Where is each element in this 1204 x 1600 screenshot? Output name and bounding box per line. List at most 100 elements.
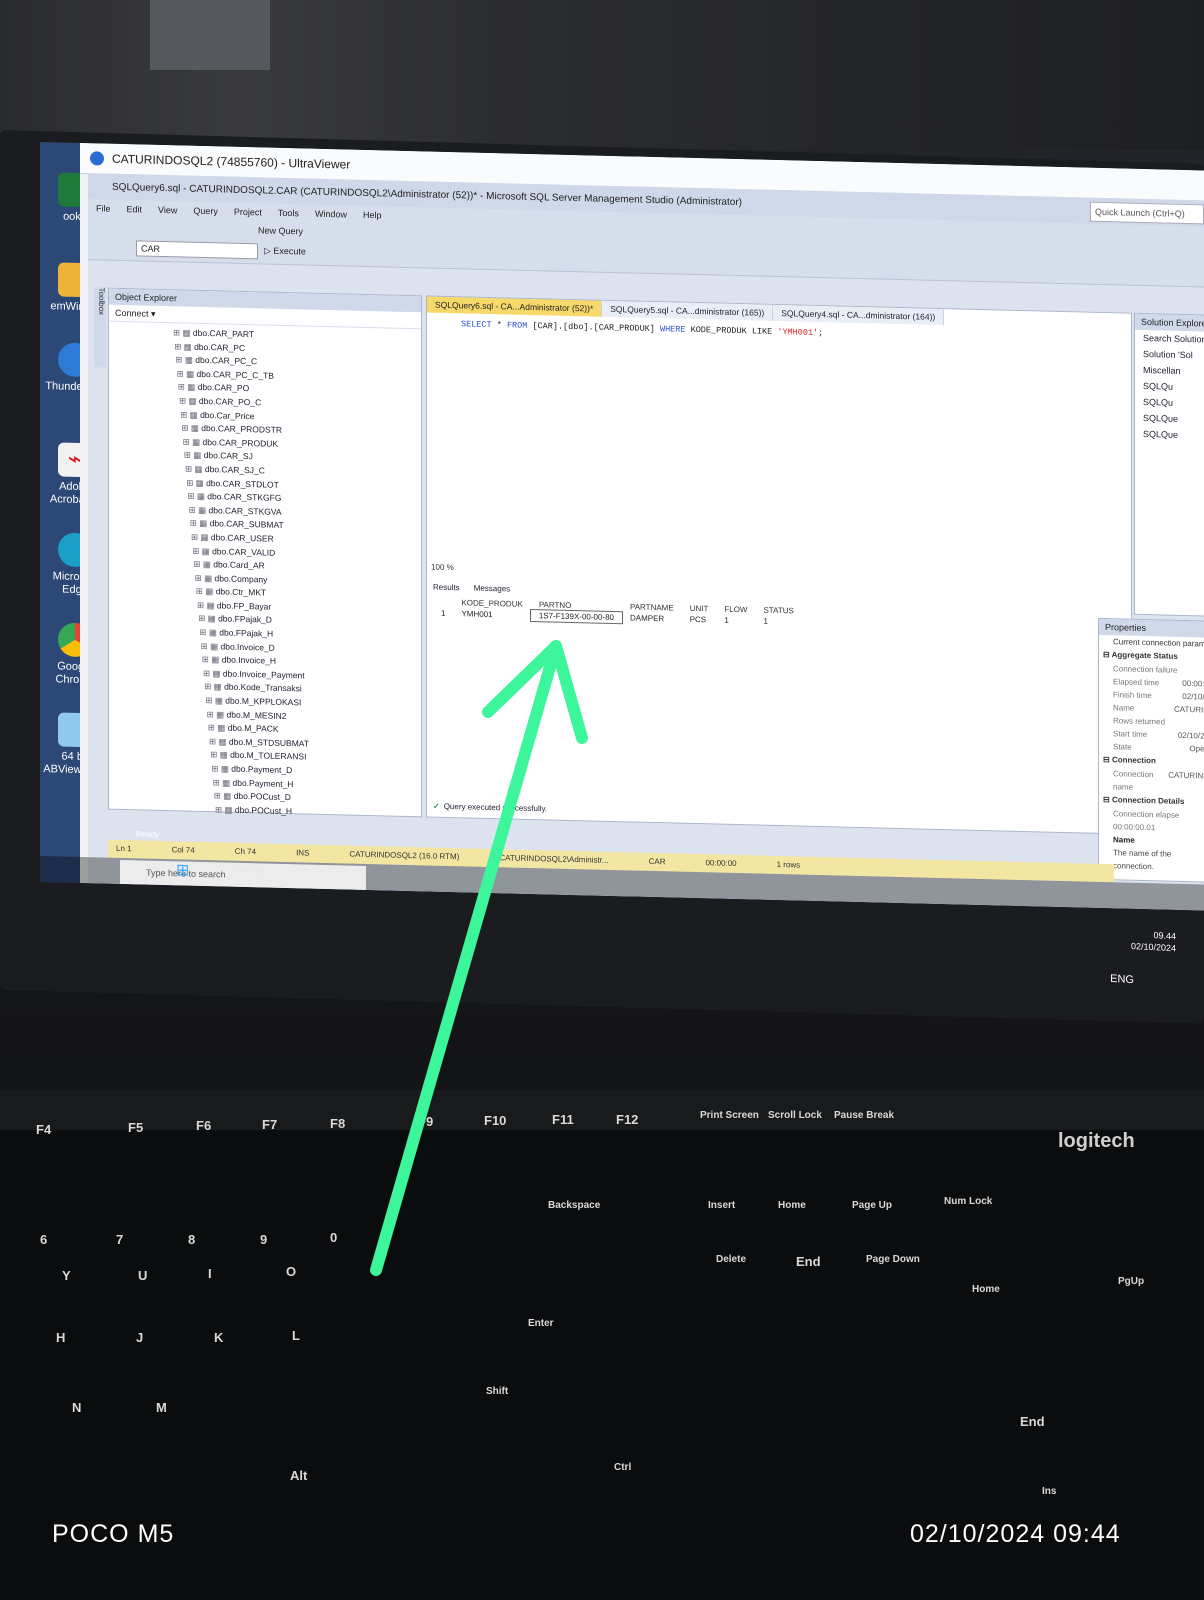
zoom-level[interactable]: 100 % — [431, 563, 454, 573]
new-query-button[interactable]: New Query — [258, 225, 303, 236]
key-k: K — [214, 1330, 224, 1345]
cell-kode-produk[interactable]: YMH001 — [453, 608, 530, 621]
aggregate-rows: Connection failure Elapsed time 00:00:0 Fin… — [1099, 662, 1204, 756]
solution-item[interactable]: SQLQue — [1135, 426, 1204, 444]
cell-partno[interactable]: 1S7-F139X-00-00-80 — [529, 608, 623, 625]
kw-select: SELECT — [461, 319, 492, 331]
key-ctrl: Ctrl — [614, 1462, 632, 1473]
quick-launch-input[interactable]: Quick Launch (Ctrl+Q) — [1090, 201, 1204, 225]
col-unit[interactable]: UNIT — [682, 603, 717, 615]
key-f8: F8 — [330, 1116, 346, 1131]
object-tree: dbo.CAR_PARTdbo.CAR_PCdbo.CAR_PC_Cdbo.CA… — [173, 326, 309, 819]
section-aggregate-label: Aggregate Status — [1111, 650, 1178, 661]
section-connection-label: Connection — [1111, 755, 1156, 766]
windows-start-icon[interactable]: ⊞ — [176, 860, 189, 881]
clock-date: 02/10/2024 — [1130, 940, 1176, 954]
screen: ook1 emWinP... Thunderbird ⌁ Adobe Acroba… — [40, 142, 1204, 911]
sql-table: [CAR].[dbo].[CAR_PRODUK] — [532, 321, 655, 335]
key-i: I — [208, 1266, 212, 1281]
key-home: Home — [972, 1284, 1000, 1295]
prop-value: CATURIND — [1168, 770, 1204, 781]
key-8: 8 — [188, 1232, 196, 1247]
ultraviewer-window: CATURINDOSQL2 (74855760) - UltraViewer S… — [80, 142, 1204, 911]
keyboard-top-edge — [0, 1090, 1204, 1130]
menu-help[interactable]: Help — [363, 210, 382, 220]
key-end: End — [796, 1254, 821, 1269]
keyboard-brand: logitech — [1058, 1130, 1135, 1152]
menu-tools[interactable]: Tools — [278, 208, 299, 219]
status-ready: Ready — [136, 829, 160, 839]
key-end: End — [1020, 1414, 1045, 1429]
tab-sqlquery5[interactable]: SQLQuery5.sql - CA...dministrator (165)) — [602, 300, 774, 321]
prop-key: Connection name — [1113, 769, 1154, 792]
tab-messages[interactable]: Messages — [474, 584, 510, 594]
prop-key: Finish time — [1113, 690, 1152, 701]
taskbar-clock[interactable]: 09.44 02/10/2024 — [1131, 928, 1176, 954]
kw-where: WHERE — [659, 324, 686, 335]
status-db: CAR — [648, 856, 666, 867]
cell-status[interactable]: 1 — [755, 615, 801, 627]
key-delete: Delete — [716, 1254, 747, 1265]
prop-key: Elapsed time — [1113, 677, 1160, 688]
solution-explorer: Solution Explorer Search Solution E Solu… — [1134, 312, 1204, 617]
key-o: O — [286, 1264, 297, 1279]
key-backspace: Backspace — [548, 1200, 601, 1211]
key-print-screen: Print Screen — [700, 1110, 759, 1121]
key-f10: F10 — [484, 1113, 507, 1128]
tab-results[interactable]: Results — [433, 583, 460, 593]
local-search[interactable]: ⌕ Search — [220, 862, 268, 880]
menu-project[interactable]: Project — [234, 207, 262, 218]
tab-sqlquery6[interactable]: SQLQuery6.sql - CA...Administrator (52))… — [427, 296, 603, 317]
prop-key: State — [1113, 742, 1132, 752]
photo-timestamp: 02/10/2024 09:44 — [910, 1520, 1121, 1548]
menu-edit[interactable]: Edit — [127, 204, 143, 214]
key-h: H — [56, 1330, 66, 1345]
key-scroll-lock: Scroll Lock — [768, 1110, 822, 1121]
sql-query-text[interactable]: SELECT * FROM [CAR].[dbo].[CAR_PRODUK] W… — [461, 319, 823, 338]
cell-unit[interactable]: PCS — [682, 614, 717, 626]
key-home: Home — [778, 1200, 806, 1211]
status-rows: 1 rows — [776, 860, 801, 870]
success-check-icon: ✓ — [433, 801, 440, 811]
toolbox-tab[interactable]: Toolbox — [94, 287, 106, 368]
key-ins: Ins — [1042, 1486, 1057, 1497]
ultraviewer-logo-icon — [90, 151, 104, 166]
key-f5: F5 — [128, 1120, 144, 1135]
prop-key: Name — [1113, 703, 1135, 713]
key-y: Y — [62, 1268, 71, 1283]
key-f11: F11 — [552, 1112, 574, 1127]
prop-name-desc: The name of the connection. — [1113, 848, 1172, 872]
ssms-window: SQLQuery6.sql - CATURINDOSQL2.CAR (CATUR… — [88, 173, 1204, 911]
results-grid: KODE_PRODUK PARTNO PARTNAME UNIT FLOW ST… — [433, 597, 802, 628]
sql-semicolon: ; — [818, 328, 824, 339]
wall-panel — [150, 0, 270, 70]
sql-value: 'YMH001' — [777, 327, 819, 339]
results-tabs: Results Messages — [433, 583, 510, 594]
prop-value: Open — [1189, 744, 1204, 754]
cell-partname[interactable]: DAMPER — [622, 612, 682, 624]
object-explorer: Object Explorer Connect ▾ dbo.CAR_PARTdb… — [108, 287, 422, 819]
key-f6: F6 — [196, 1118, 212, 1133]
key-pgup: PgUp — [1118, 1276, 1145, 1287]
camera-watermark: POCO M5 — [52, 1520, 175, 1548]
database-select[interactable]: CAR — [136, 240, 258, 260]
prop-value: 00:00:0 — [1182, 678, 1204, 689]
prop-key: Start time — [1113, 729, 1148, 740]
menu-query[interactable]: Query — [193, 206, 218, 217]
query-editor: SQLQuery6.sql - CA...Administrator (52))… — [426, 295, 1132, 835]
cell-flow[interactable]: 1 — [716, 615, 755, 627]
key-f9: F9 — [418, 1114, 434, 1129]
language-indicator[interactable]: ENG — [1110, 973, 1134, 986]
prop-value: 02/10/2 — [1182, 691, 1204, 702]
menu-view[interactable]: View — [158, 205, 177, 215]
tree-node-table[interactable]: dbo.POCust_H — [215, 803, 309, 819]
execute-label: Execute — [273, 245, 306, 257]
key-pause-break: Pause Break — [834, 1110, 895, 1121]
key-6: 6 — [40, 1232, 48, 1247]
tab-sqlquery4[interactable]: SQLQuery4.sql - CA...dministrator (164)) — [773, 304, 945, 326]
key-n: N — [72, 1400, 82, 1415]
menu-file[interactable]: File — [96, 203, 111, 213]
execute-button[interactable]: ▷ Execute — [264, 245, 306, 257]
prop-elapsed: Connection elapse 00:00:00.01 — [1113, 809, 1180, 833]
menu-window[interactable]: Window — [315, 209, 347, 220]
